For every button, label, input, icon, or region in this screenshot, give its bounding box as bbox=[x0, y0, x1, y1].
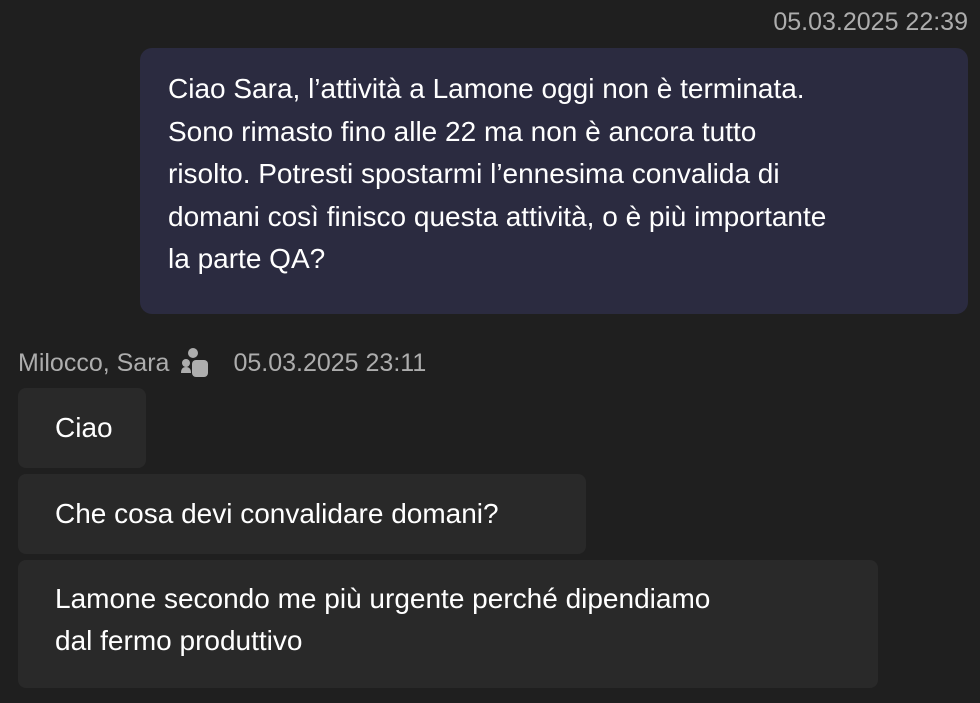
incoming-message-header: Milocco, Sara 05.03.2025 23:11 bbox=[18, 345, 426, 381]
incoming-message-text: Lamone secondo me più urgente perché dip… bbox=[55, 583, 711, 656]
incoming-message-bubble[interactable]: Lamone secondo me più urgente perché dip… bbox=[18, 560, 878, 688]
outgoing-message-text: Ciao Sara, l’attività a Lamone oggi non … bbox=[168, 73, 827, 274]
sender-name[interactable]: Milocco, Sara bbox=[18, 349, 169, 378]
outgoing-message-bubble[interactable]: Ciao Sara, l’attività a Lamone oggi non … bbox=[140, 48, 968, 314]
chat-thread: 05.03.2025 22:39 Ciao Sara, l’attività a… bbox=[0, 0, 980, 703]
group-chat-icon bbox=[181, 347, 211, 379]
incoming-message-text: Ciao bbox=[55, 412, 113, 443]
incoming-message-bubble[interactable]: Ciao bbox=[18, 388, 146, 468]
incoming-timestamp: 05.03.2025 23:11 bbox=[233, 348, 427, 377]
incoming-message-text: Che cosa devi convalidare domani? bbox=[55, 498, 499, 529]
outgoing-timestamp: 05.03.2025 22:39 bbox=[773, 8, 968, 36]
incoming-message-bubble[interactable]: Che cosa devi convalidare domani? bbox=[18, 474, 586, 554]
